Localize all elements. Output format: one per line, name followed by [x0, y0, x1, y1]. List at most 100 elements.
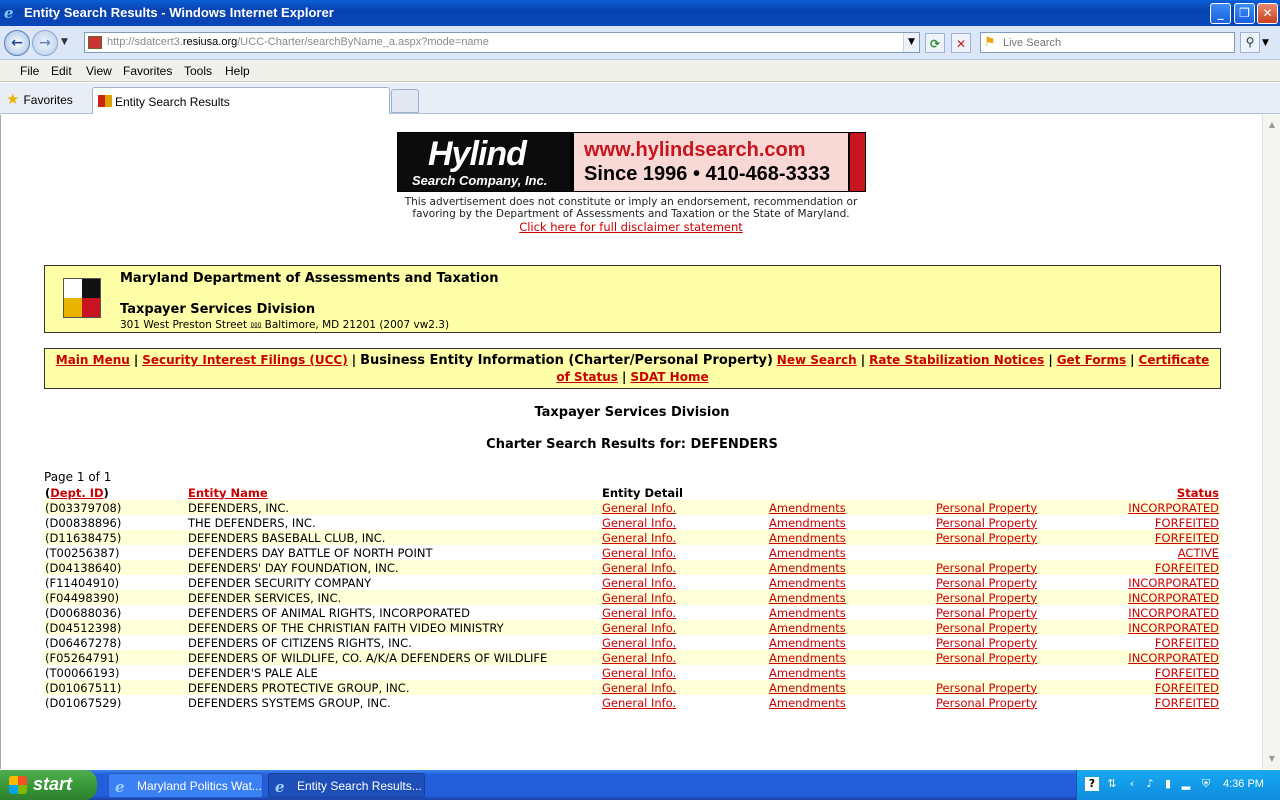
sort-entity-name-link[interactable]: Entity Name: [188, 486, 268, 500]
refresh-button[interactable]: ⟳: [925, 33, 945, 53]
general-info-link[interactable]: General Info.: [602, 561, 676, 575]
menu-tools[interactable]: Tools: [184, 64, 212, 78]
general-info-link[interactable]: General Info.: [602, 666, 676, 680]
back-button[interactable]: ←: [4, 30, 30, 56]
personal-property-link[interactable]: Personal Property: [936, 696, 1037, 710]
live-search-input[interactable]: [1003, 35, 1228, 50]
amendments-link[interactable]: Amendments: [769, 576, 846, 590]
nav-ucc-filings[interactable]: Security Interest Filings (UCC): [142, 353, 348, 367]
status-link[interactable]: INCORPORATED: [1128, 621, 1219, 635]
general-info-link[interactable]: General Info.: [602, 576, 676, 590]
signal-icon[interactable]: ▂: [1179, 777, 1193, 791]
disclaimer-link[interactable]: Click here for full disclaimer statement: [381, 220, 881, 234]
amendments-link[interactable]: Amendments: [769, 546, 846, 560]
favorites-button[interactable]: ★ Favorites: [6, 90, 73, 108]
new-tab-button[interactable]: [391, 89, 419, 113]
personal-property-link[interactable]: Personal Property: [936, 621, 1037, 635]
window-title-bar[interactable]: e Entity Search Results - Windows Intern…: [0, 0, 1280, 26]
personal-property-link[interactable]: Personal Property: [936, 531, 1037, 545]
help-icon[interactable]: ?: [1085, 777, 1099, 791]
general-info-link[interactable]: General Info.: [602, 531, 676, 545]
personal-property-link[interactable]: Personal Property: [936, 561, 1037, 575]
network-icon[interactable]: ⇅: [1105, 777, 1119, 791]
amendments-link[interactable]: Amendments: [769, 666, 846, 680]
nav-new-search[interactable]: New Search: [777, 353, 857, 367]
general-info-link[interactable]: General Info.: [602, 546, 676, 560]
personal-property-link[interactable]: Personal Property: [936, 501, 1037, 515]
start-button[interactable]: start: [0, 770, 97, 800]
status-link[interactable]: FORFEITED: [1155, 681, 1219, 695]
menu-favorites[interactable]: Favorites: [123, 64, 172, 78]
amendments-link[interactable]: Amendments: [769, 636, 846, 650]
status-link[interactable]: FORFEITED: [1155, 696, 1219, 710]
personal-property-link[interactable]: Personal Property: [936, 636, 1037, 650]
amendments-link[interactable]: Amendments: [769, 501, 846, 515]
maximize-button[interactable]: ❐: [1234, 3, 1255, 24]
address-dropdown-icon[interactable]: ▼: [903, 33, 919, 52]
status-link[interactable]: ACTIVE: [1178, 546, 1219, 560]
amendments-link[interactable]: Amendments: [769, 696, 846, 710]
status-link[interactable]: FORFEITED: [1155, 666, 1219, 680]
tray-expand-icon[interactable]: ‹: [1125, 777, 1139, 791]
status-link[interactable]: FORFEITED: [1155, 531, 1219, 545]
amendments-link[interactable]: Amendments: [769, 651, 846, 665]
amendments-link[interactable]: Amendments: [769, 531, 846, 545]
status-link[interactable]: INCORPORATED: [1128, 651, 1219, 665]
general-info-link[interactable]: General Info.: [602, 591, 676, 605]
sort-status-link[interactable]: Status: [1177, 486, 1219, 500]
address-bar[interactable]: http://sdatcert3.resiusa.org/UCC-Charter…: [84, 32, 920, 53]
security-shield-icon[interactable]: ⛨: [1199, 777, 1213, 791]
close-button[interactable]: ✕: [1257, 3, 1278, 24]
nav-main-menu[interactable]: Main Menu: [56, 353, 130, 367]
scroll-up-icon[interactable]: ▲: [1264, 117, 1280, 133]
amendments-link[interactable]: Amendments: [769, 606, 846, 620]
stop-button[interactable]: ✕: [951, 33, 971, 53]
taskbar-item-maryland-politics[interactable]: e Maryland Politics Wat...: [108, 773, 263, 798]
general-info-link[interactable]: General Info.: [602, 621, 676, 635]
general-info-link[interactable]: General Info.: [602, 516, 676, 530]
search-go-button[interactable]: ⚲: [1240, 32, 1260, 53]
personal-property-link[interactable]: Personal Property: [936, 576, 1037, 590]
status-link[interactable]: INCORPORATED: [1128, 501, 1219, 515]
amendments-link[interactable]: Amendments: [769, 516, 846, 530]
system-clock[interactable]: 4:36 PM: [1223, 778, 1264, 790]
menu-help[interactable]: Help: [225, 64, 250, 78]
status-link[interactable]: FORFEITED: [1155, 636, 1219, 650]
live-search-box[interactable]: ⚑: [980, 32, 1235, 53]
general-info-link[interactable]: General Info.: [602, 606, 676, 620]
nav-sdat-home[interactable]: SDAT Home: [630, 370, 708, 384]
connection-icon[interactable]: ▮: [1161, 777, 1175, 791]
sort-dept-id-link[interactable]: Dept. ID: [50, 486, 103, 500]
status-link[interactable]: INCORPORATED: [1128, 591, 1219, 605]
amendments-link[interactable]: Amendments: [769, 681, 846, 695]
general-info-link[interactable]: General Info.: [602, 681, 676, 695]
status-link[interactable]: FORFEITED: [1155, 516, 1219, 530]
nav-rate-stabilization[interactable]: Rate Stabilization Notices: [869, 353, 1044, 367]
tab-entity-search-results[interactable]: Entity Search Results: [92, 87, 390, 114]
volume-icon[interactable]: ♪: [1143, 777, 1157, 791]
personal-property-link[interactable]: Personal Property: [936, 681, 1037, 695]
forward-button[interactable]: →: [32, 30, 58, 56]
search-options-dropdown-icon[interactable]: ▼: [1262, 38, 1269, 48]
personal-property-link[interactable]: Personal Property: [936, 516, 1037, 530]
amendments-link[interactable]: Amendments: [769, 621, 846, 635]
scroll-down-icon[interactable]: ▼: [1264, 751, 1280, 767]
address-url[interactable]: http://sdatcert3.resiusa.org/UCC-Charter…: [107, 36, 489, 48]
general-info-link[interactable]: General Info.: [602, 636, 676, 650]
status-link[interactable]: INCORPORATED: [1128, 576, 1219, 590]
taskbar-item-entity-search[interactable]: e Entity Search Results...: [268, 773, 425, 798]
personal-property-link[interactable]: Personal Property: [936, 651, 1037, 665]
personal-property-link[interactable]: Personal Property: [936, 591, 1037, 605]
status-link[interactable]: INCORPORATED: [1128, 606, 1219, 620]
status-link[interactable]: FORFEITED: [1155, 561, 1219, 575]
menu-view[interactable]: View: [86, 64, 112, 78]
general-info-link[interactable]: General Info.: [602, 696, 676, 710]
hylind-advertisement-banner[interactable]: Hylind Search Company, Inc. www.hylindse…: [397, 132, 866, 192]
general-info-link[interactable]: General Info.: [602, 651, 676, 665]
amendments-link[interactable]: Amendments: [769, 561, 846, 575]
general-info-link[interactable]: General Info.: [602, 501, 676, 515]
menu-edit[interactable]: Edit: [51, 64, 72, 78]
recent-pages-dropdown-icon[interactable]: ▼: [61, 37, 68, 47]
menu-file[interactable]: File: [20, 64, 39, 78]
amendments-link[interactable]: Amendments: [769, 591, 846, 605]
